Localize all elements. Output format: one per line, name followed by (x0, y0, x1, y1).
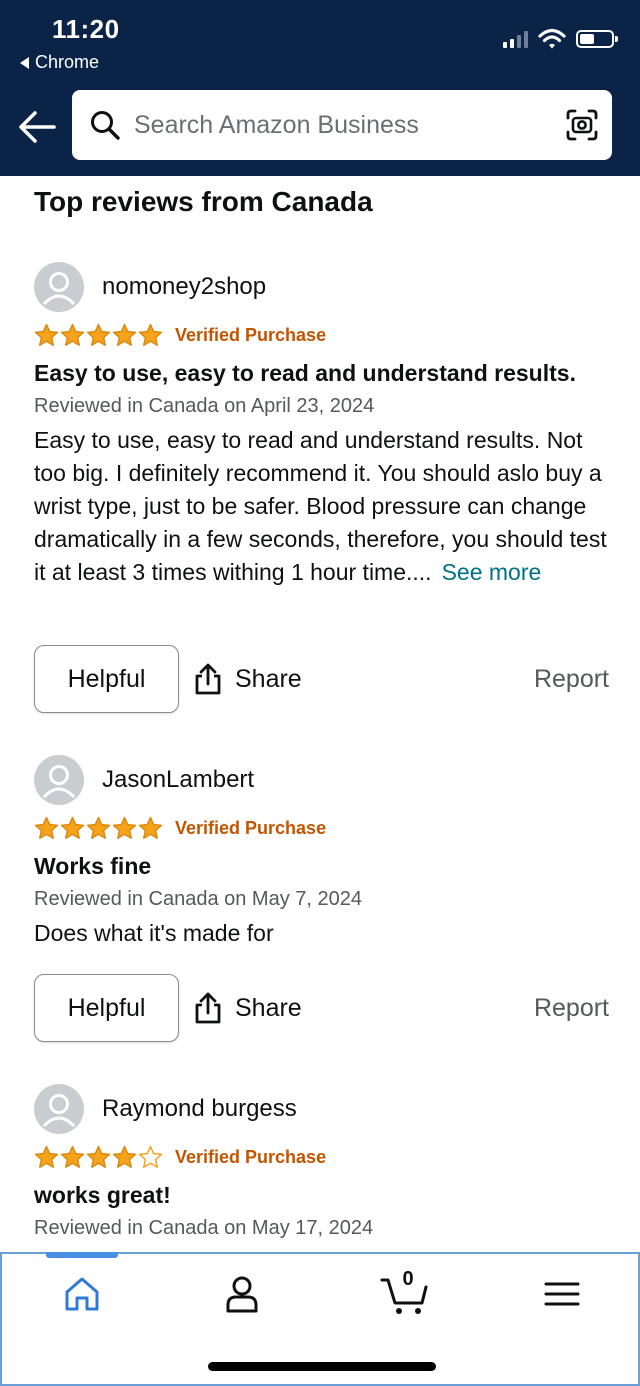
cart-count: 0 (402, 1268, 414, 1290)
star-rating[interactable] (34, 1145, 163, 1170)
verified-purchase-badge: Verified Purchase (175, 817, 327, 838)
rating-row: Verified Purchase (34, 813, 609, 843)
star-filled-icon (112, 323, 137, 346)
report-link[interactable]: Report (534, 665, 609, 694)
active-tab-indicator (46, 1252, 118, 1258)
star-filled-icon (34, 1145, 59, 1168)
share-button[interactable]: Share (193, 662, 302, 696)
back-triangle-icon (20, 56, 29, 69)
battery-icon (576, 30, 618, 48)
review-card: nomoney2shop Verified Purchase Easy to u… (34, 262, 609, 589)
avatar-icon (34, 1084, 84, 1134)
see-more-link[interactable]: See more (442, 559, 542, 585)
review-date: Reviewed in Canada on May 17, 2024 (34, 1217, 374, 1239)
share-label: Share (235, 664, 302, 693)
review-actions: Helpful Share Report (34, 644, 609, 714)
search-bar[interactable] (72, 90, 612, 160)
star-filled-icon (86, 323, 111, 346)
reviewer-name[interactable]: JasonLambert (102, 766, 254, 794)
star-filled-icon (34, 816, 59, 839)
rating-row: Verified Purchase (34, 320, 609, 350)
bottom-nav: 0 (0, 1252, 640, 1386)
home-indicator[interactable] (208, 1362, 436, 1371)
status-icons (503, 28, 618, 50)
search-icon (91, 111, 120, 140)
review-actions: Helpful Share Report (34, 973, 609, 1043)
review-date: Reviewed in Canada on April 23, 2024 (34, 395, 375, 417)
reviewer-name[interactable]: Raymond burgess (102, 1095, 297, 1123)
review-card: Raymond burgess Verified Purchase works … (34, 1084, 609, 1240)
star-rating[interactable] (34, 816, 163, 841)
star-empty-icon (138, 1145, 163, 1168)
home-icon[interactable] (60, 1272, 104, 1316)
section-title: Top reviews from Canada (34, 186, 373, 217)
reviewer-row: Raymond burgess (34, 1084, 609, 1134)
star-filled-icon (60, 816, 85, 839)
star-filled-icon (34, 323, 59, 346)
back-app-label: Chrome (35, 52, 100, 72)
search-input[interactable] (134, 110, 534, 140)
review-body: Does what it's made for (34, 917, 609, 950)
avatar-icon (34, 262, 84, 312)
star-filled-icon (112, 1145, 137, 1168)
verified-purchase-badge: Verified Purchase (175, 1146, 327, 1167)
star-rating[interactable] (34, 323, 163, 348)
reviewer-name[interactable]: nomoney2shop (102, 273, 266, 301)
cellular-signal-icon (503, 30, 528, 48)
menu-icon[interactable] (540, 1272, 584, 1316)
back-to-app-link[interactable]: Chrome (20, 52, 99, 73)
status-time: 11:20 (52, 14, 120, 44)
share-icon (195, 663, 221, 695)
share-label: Share (235, 993, 302, 1022)
account-icon[interactable] (220, 1272, 264, 1316)
rating-row: Verified Purchase (34, 1142, 609, 1172)
review-card: JasonLambert Verified Purchase Works fin… (34, 755, 609, 950)
star-filled-icon (60, 1145, 85, 1168)
review-body-text: Does what it's made for (34, 920, 274, 946)
star-filled-icon (60, 323, 85, 346)
review-title[interactable]: Works fine (34, 853, 609, 880)
star-filled-icon (86, 816, 111, 839)
review-body: Easy to use, easy to read and understand… (34, 424, 609, 589)
report-link[interactable]: Report (534, 994, 609, 1023)
star-filled-icon (86, 1145, 111, 1168)
reviewer-row: nomoney2shop (34, 262, 609, 312)
star-filled-icon (112, 816, 137, 839)
review-title[interactable]: Easy to use, easy to read and understand… (34, 360, 609, 387)
helpful-button[interactable]: Helpful (34, 974, 179, 1042)
back-arrow-icon[interactable] (16, 106, 58, 148)
share-icon (195, 992, 221, 1024)
avatar-icon (34, 755, 84, 805)
star-filled-icon (138, 816, 163, 839)
share-button[interactable]: Share (193, 991, 302, 1025)
reviews-content: Top reviews from Canada nomoney2shop Ver… (0, 176, 640, 1252)
review-date: Reviewed in Canada on May 7, 2024 (34, 888, 362, 910)
review-title[interactable]: works great! (34, 1182, 609, 1209)
camera-scan-icon[interactable] (564, 107, 600, 143)
verified-purchase-badge: Verified Purchase (175, 324, 327, 345)
reviewer-row: JasonLambert (34, 755, 609, 805)
helpful-button[interactable]: Helpful (34, 645, 179, 713)
top-bar: 11:20 Chrome (0, 0, 640, 176)
wifi-icon (538, 28, 566, 49)
star-filled-icon (138, 323, 163, 346)
